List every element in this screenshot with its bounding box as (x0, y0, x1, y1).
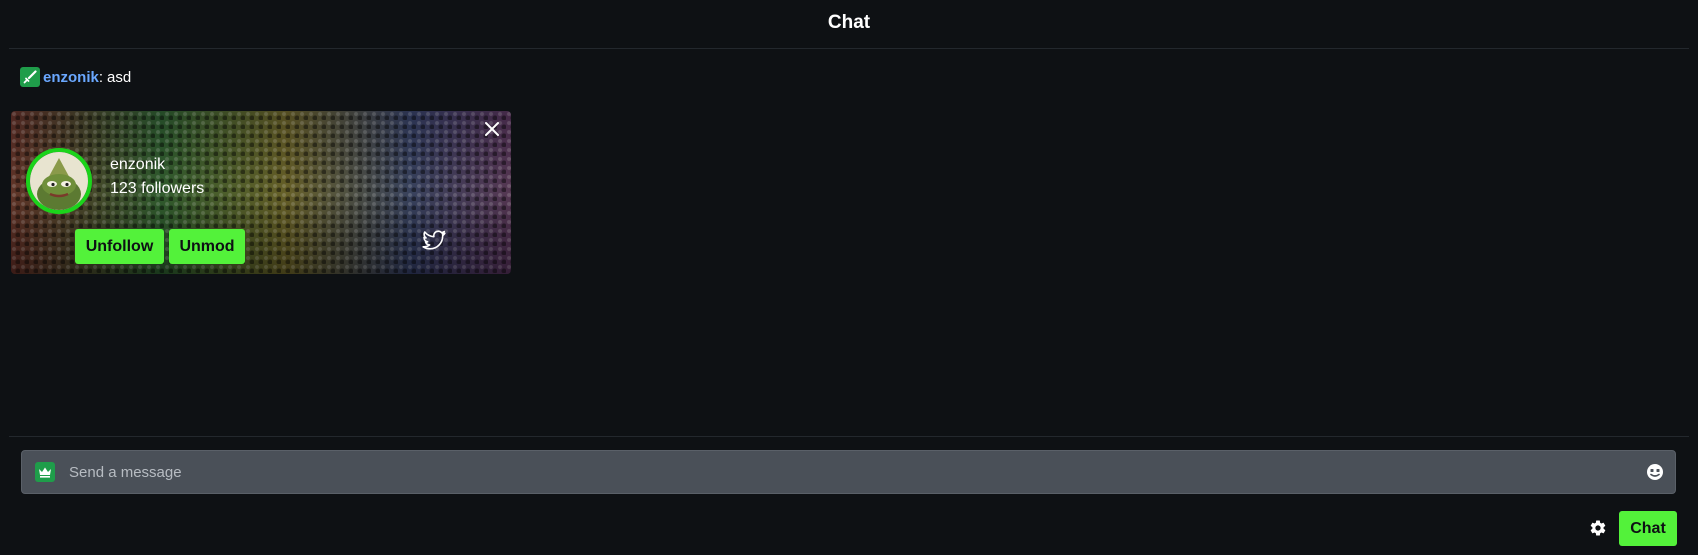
user-card: enzonik 123 followers Unfollow Unmod (11, 111, 511, 274)
message-text: asd (107, 68, 132, 86)
page-title: Chat (827, 12, 871, 33)
header-divider (9, 48, 1689, 49)
unmod-button[interactable]: Unmod (169, 229, 245, 264)
message-composer (21, 450, 1676, 494)
message-separator: : (98, 68, 104, 86)
send-chat-button[interactable]: Chat (1619, 511, 1677, 546)
chat-header: Chat (0, 0, 1698, 46)
chat-panel: Chat enzonik : asd enzonik 123 followers… (0, 0, 1698, 555)
emote-icon[interactable] (1645, 462, 1665, 482)
gear-icon[interactable] (1588, 518, 1608, 538)
chat-message: enzonik : asd (20, 66, 131, 88)
twitter-icon[interactable] (420, 227, 448, 253)
card-username: enzonik (110, 156, 166, 173)
follower-count: 123 followers (110, 180, 205, 197)
avatar (26, 148, 92, 214)
unfollow-button[interactable]: Unfollow (75, 229, 164, 264)
sword-icon (20, 67, 40, 87)
crown-icon[interactable] (35, 462, 55, 482)
message-input[interactable] (67, 450, 1645, 494)
message-username[interactable]: enzonik (43, 69, 99, 86)
close-icon[interactable] (481, 118, 503, 140)
composer-divider (9, 436, 1689, 437)
